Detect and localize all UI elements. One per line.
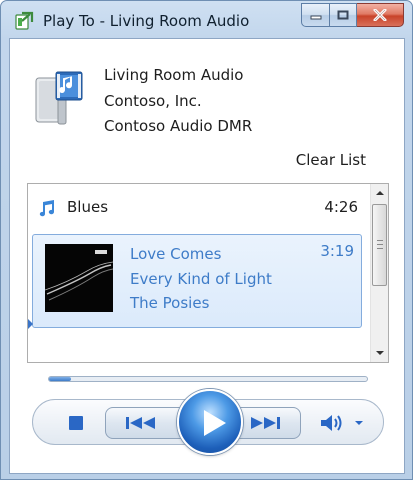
scroll-grip-line (377, 244, 383, 245)
maximize-button[interactable] (330, 3, 357, 27)
track-album: Every Kind of Light (130, 269, 272, 288)
scroll-down-arrow-icon (375, 351, 384, 355)
track-duration: 3:19 (320, 242, 354, 260)
album-art-image (45, 244, 113, 312)
device-name: Living Room Audio (104, 66, 244, 84)
playlist-duration: 4:26 (324, 198, 358, 216)
next-icon (251, 417, 280, 429)
next-button[interactable] (236, 408, 294, 438)
device-model: Contoso Audio DMR (104, 117, 253, 135)
maximize-icon (337, 10, 349, 20)
title-bar: Play To - Living Room Audio (1, 1, 412, 38)
seek-bar-fill (49, 377, 71, 381)
transport-controls (32, 389, 384, 455)
scroll-up-button[interactable] (371, 184, 388, 202)
scroll-up-arrow-icon (375, 191, 384, 195)
now-playing-indicator (28, 319, 33, 329)
play-to-window: Play To - Living Room Audio Living Room … (0, 0, 413, 480)
play-button[interactable] (177, 389, 243, 455)
previous-button[interactable] (112, 408, 170, 438)
playlist-title: Blues (67, 198, 109, 216)
scroll-grip-line (377, 248, 383, 249)
audio-device-icon (35, 71, 83, 125)
device-manufacturer: Contoso, Inc. (104, 91, 202, 110)
seek-bar[interactable] (48, 376, 368, 382)
scroll-grip-line (377, 240, 383, 241)
track-artist: The Posies (130, 294, 210, 312)
previous-icon (126, 417, 155, 429)
scroll-thumb[interactable] (372, 204, 387, 286)
caption-buttons (301, 3, 404, 29)
play-icon (204, 410, 226, 436)
playlist-header: Blues 4:26 (28, 184, 368, 230)
playlist: Blues 4:26 Love Comes Every Kind of Ligh… (27, 183, 389, 363)
scroll-down-button[interactable] (371, 344, 388, 362)
stop-button[interactable] (69, 416, 83, 430)
track-title: Love Comes (130, 245, 222, 263)
track-item-selected[interactable]: Love Comes Every Kind of Light The Posie… (28, 234, 362, 329)
music-note-icon (39, 200, 55, 217)
volume-button[interactable] (319, 412, 365, 434)
track-details: Love Comes Every Kind of Light The Posie… (130, 242, 272, 316)
playlist-scrollbar[interactable] (370, 184, 388, 362)
close-button[interactable] (357, 3, 404, 27)
window-title: Play To - Living Room Audio (43, 12, 250, 30)
volume-icon (321, 415, 342, 431)
device-info: Living Room Audio Contoso, Inc. Contoso … (104, 63, 252, 140)
close-icon (373, 9, 387, 21)
minimize-icon (310, 15, 321, 20)
client-area: Living Room Audio Contoso, Inc. Contoso … (9, 38, 405, 474)
minimize-button[interactable] (301, 3, 330, 27)
volume-dropdown-chevron-icon (355, 421, 363, 425)
play-to-icon (15, 11, 34, 30)
album-art (45, 244, 113, 312)
clear-list-link[interactable]: Clear List (296, 151, 366, 169)
